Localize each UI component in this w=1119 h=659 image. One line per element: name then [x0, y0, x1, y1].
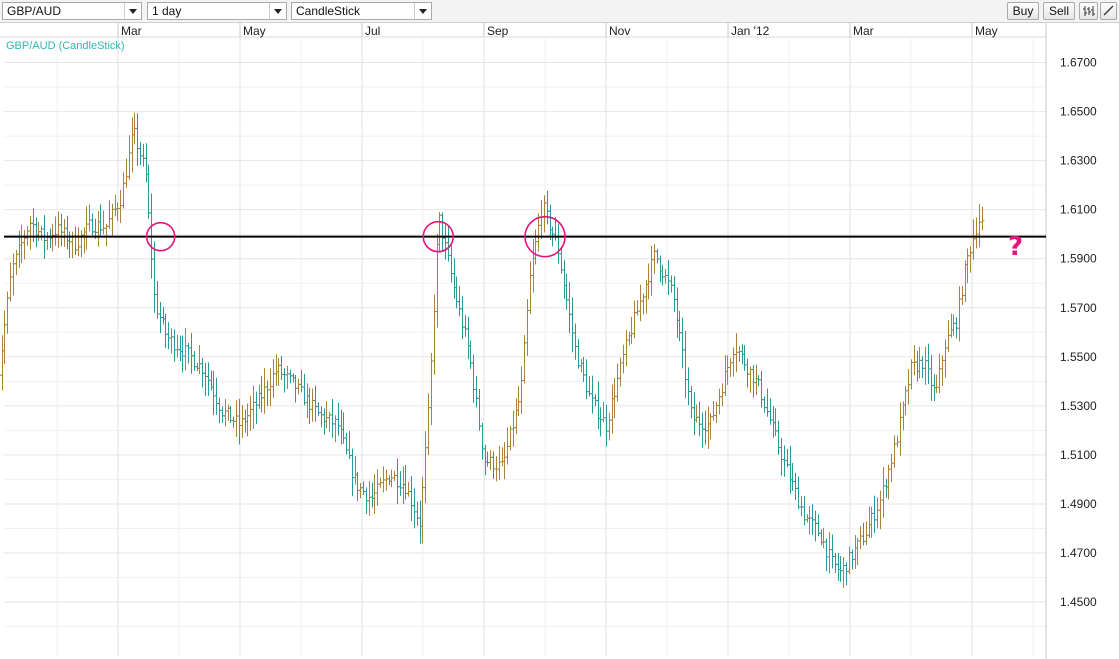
toolbar: GBP/AUD 1 day CandleStick Buy Sell: [0, 0, 1119, 23]
x-tick-label: Jul: [365, 24, 380, 38]
symbol-select[interactable]: GBP/AUD: [2, 2, 142, 20]
y-tick-label: 1.4900: [1060, 497, 1097, 511]
draw-line-icon: [1103, 5, 1114, 16]
x-tick-label: Jan '12: [731, 24, 770, 38]
time-axis-band: [0, 23, 1119, 37]
series-label: GBP/AUD (CandleStick): [6, 40, 125, 52]
chart-style-select-value: CandleStick: [296, 4, 361, 18]
y-tick-label: 1.5300: [1060, 399, 1097, 413]
x-tick-label: Mar: [853, 24, 874, 38]
dropdown-arrow-icon: [124, 3, 141, 19]
x-tick-label: Mar: [121, 24, 142, 38]
y-tick-label: 1.6500: [1060, 105, 1097, 119]
y-tick-label: 1.5500: [1060, 350, 1097, 364]
y-tick-label: 1.4500: [1060, 595, 1097, 609]
interval-select-value: 1 day: [152, 4, 182, 18]
x-tick-label: May: [975, 24, 998, 38]
price-chart[interactable]: 1.6700 1.6500 1.6300 1.6100 1.5900 1.5700 1.55…: [0, 23, 1119, 659]
chart-background: [0, 23, 1119, 659]
sell-button[interactable]: Sell: [1043, 2, 1075, 20]
bar-style-button[interactable]: [1079, 2, 1098, 20]
chart-style-select[interactable]: CandleStick: [291, 2, 432, 20]
dropdown-arrow-icon: [269, 3, 286, 19]
y-tick-label: 1.5900: [1060, 252, 1097, 266]
y-tick-label: 1.5700: [1060, 301, 1097, 315]
dropdown-arrow-icon: [414, 3, 431, 19]
x-tick-label: May: [243, 24, 266, 38]
y-tick-label: 1.4700: [1060, 546, 1097, 560]
y-tick-label: 1.6700: [1060, 56, 1097, 70]
symbol-select-value: GBP/AUD: [7, 4, 62, 18]
x-tick-label: Nov: [609, 24, 630, 38]
question-mark-annotation: ?: [1008, 232, 1024, 262]
bar-style-icon: [1082, 6, 1095, 16]
interval-select[interactable]: 1 day: [147, 2, 287, 20]
buy-button[interactable]: Buy: [1007, 2, 1039, 20]
y-tick-label: 1.6100: [1060, 203, 1097, 217]
y-tick-label: 1.6300: [1060, 154, 1097, 168]
draw-line-button[interactable]: [1100, 2, 1117, 20]
x-tick-label: Sep: [487, 24, 509, 38]
y-tick-label: 1.5100: [1060, 448, 1097, 462]
